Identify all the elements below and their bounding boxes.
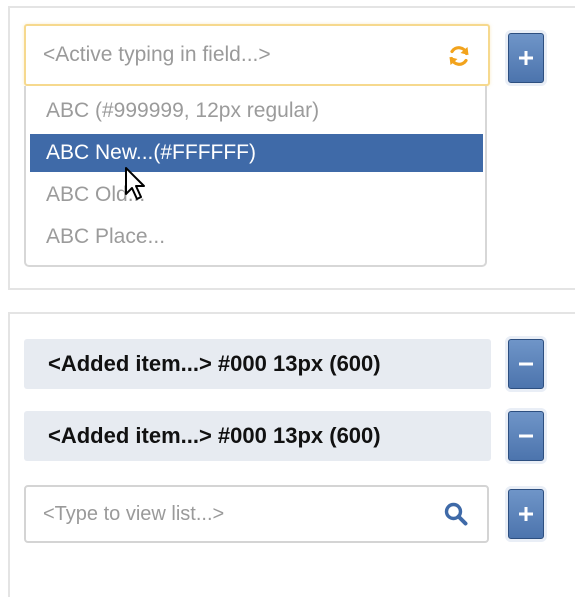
minus-icon — [519, 434, 533, 438]
dropdown-option[interactable]: ABC (#999999, 12px regular) — [30, 92, 483, 130]
arrow-cursor-icon — [125, 167, 145, 200]
plus-icon — [519, 507, 533, 521]
added-item-label: <Added item...> #000 13px (600) — [48, 351, 381, 376]
dropdown-list: ABC (#999999, 12px regular) ABC New...(#… — [24, 86, 487, 267]
dropdown-option[interactable]: ABC Place... — [30, 218, 483, 256]
search-input-placeholder: <Type to view list...> — [43, 503, 225, 525]
added-item: <Added item...> #000 13px (600) — [24, 411, 491, 461]
search-icon[interactable] — [443, 501, 469, 527]
add-button[interactable] — [508, 489, 544, 539]
dropdown-option[interactable]: ABC Old... — [30, 176, 483, 214]
search-input[interactable]: <Type to view list...> — [24, 485, 489, 543]
screen: <Active typing in field...> ABC (#999999… — [0, 0, 575, 597]
plus-icon — [519, 51, 533, 65]
refresh-icon[interactable] — [447, 44, 471, 68]
combo-input-text: <Active typing in field...> — [43, 43, 271, 66]
added-item: <Added item...> #000 13px (600) — [24, 339, 491, 389]
add-button[interactable] — [508, 33, 544, 83]
dropdown-option-selected[interactable]: ABC New...(#FFFFFF) — [30, 134, 483, 172]
active-combo-input[interactable]: <Active typing in field...> — [24, 24, 490, 86]
remove-button[interactable] — [508, 339, 544, 389]
minus-icon — [519, 362, 533, 366]
remove-button[interactable] — [508, 411, 544, 461]
added-item-label: <Added item...> #000 13px (600) — [48, 423, 381, 448]
